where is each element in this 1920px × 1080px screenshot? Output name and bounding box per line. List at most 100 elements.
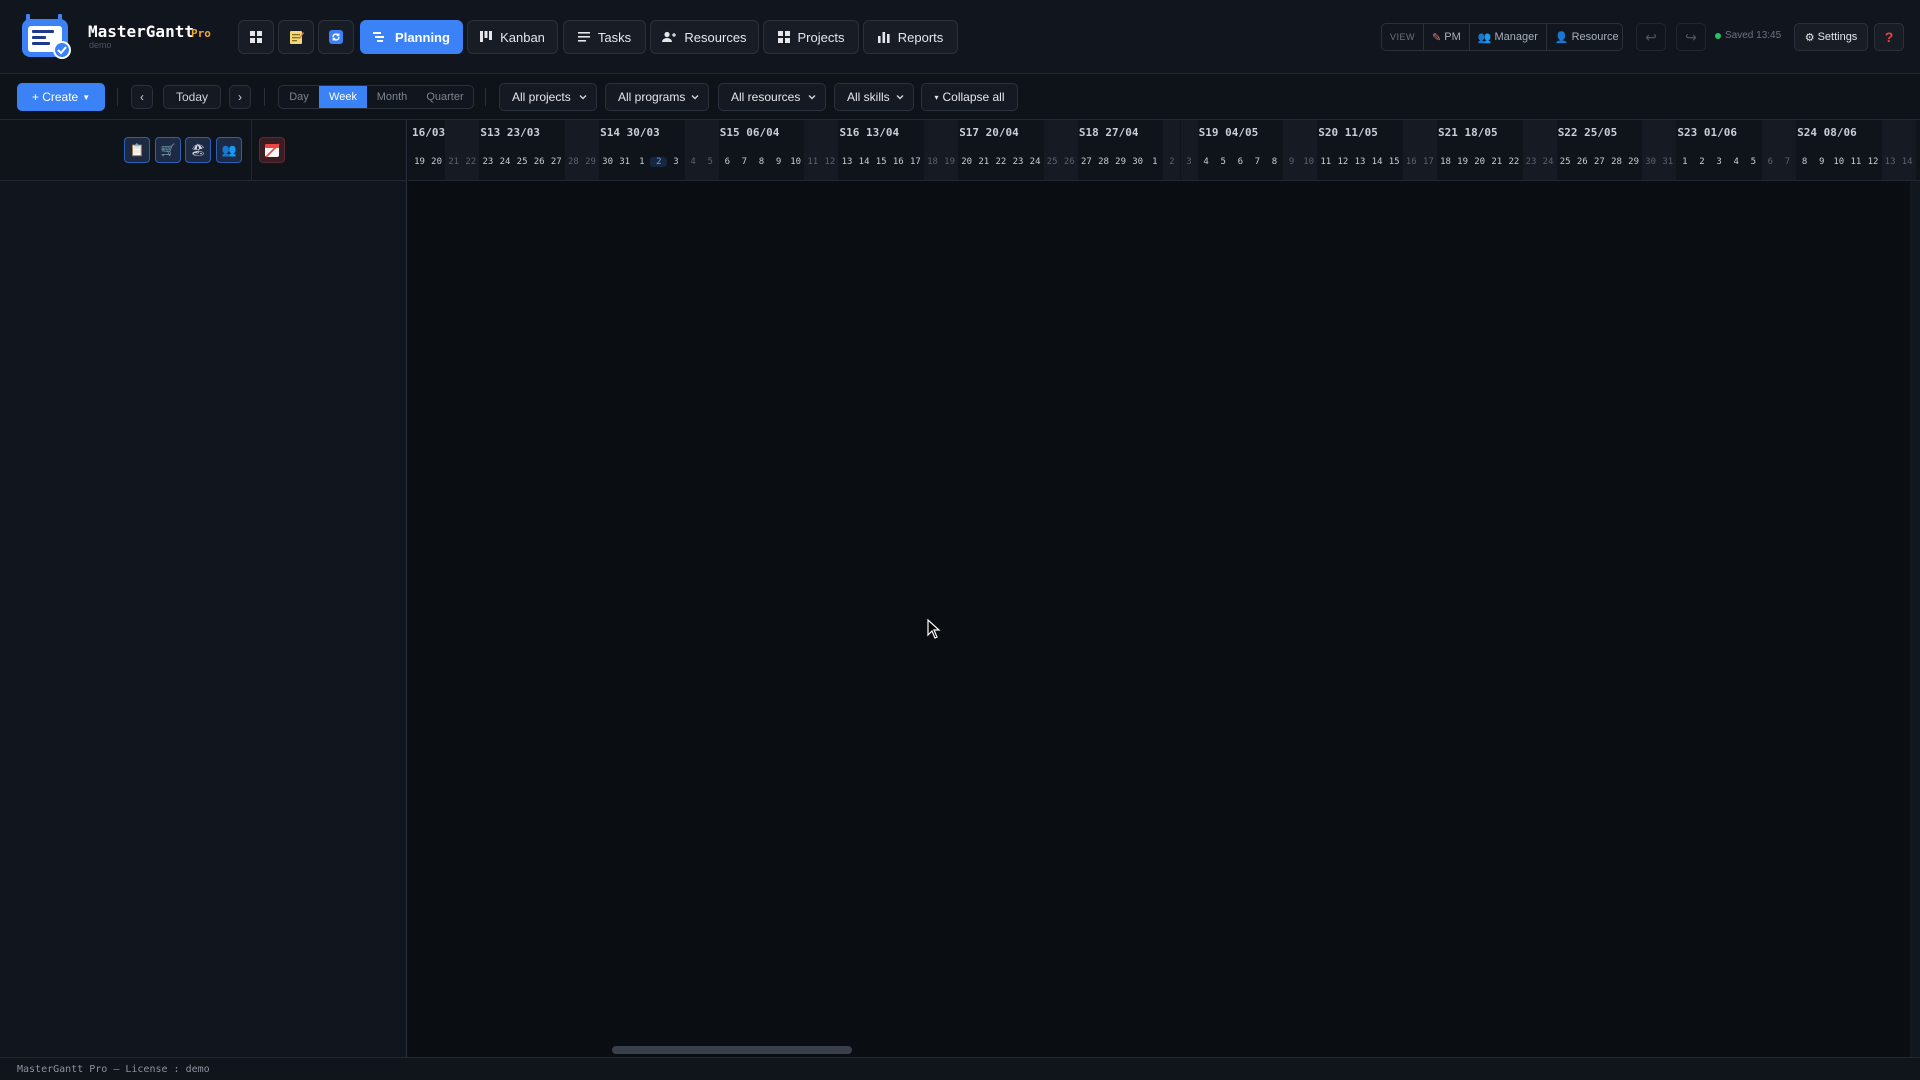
day-label: 26 — [1576, 157, 1588, 167]
bar-chart-icon — [877, 32, 890, 43]
task-list-panel: 📋 🛒 🏖 👥 — [0, 120, 407, 1057]
day-label: 11 — [1320, 157, 1332, 167]
day-label: 10 — [1303, 157, 1315, 167]
weekend-column — [582, 120, 600, 180]
day-label: 24 — [1029, 157, 1041, 167]
day-label: 22 — [1508, 157, 1520, 167]
day-label: 25 — [1046, 157, 1058, 167]
settings-button[interactable]: ⚙ Settings — [1794, 23, 1868, 51]
weekend-column — [1659, 120, 1677, 180]
toolbar-divider — [485, 88, 486, 106]
day-label: 16 — [892, 157, 904, 167]
day-label: 28 — [1098, 157, 1109, 167]
projects-filter[interactable]: All projects — [499, 83, 597, 111]
app-name: MasterGantt — [88, 22, 194, 41]
help-button[interactable]: ? — [1874, 23, 1904, 51]
tab-tasks-label: Tasks — [597, 29, 632, 45]
gantt-chart-area[interactable] — [408, 181, 1910, 1057]
team-icon: 👥 — [221, 143, 237, 157]
tab-kanban[interactable]: Kanban — [467, 20, 558, 54]
today-button[interactable]: Today — [163, 85, 221, 109]
collapse-all-button[interactable]: ▾ Collapse all — [921, 83, 1018, 111]
day-label: 4 — [1733, 157, 1739, 167]
chevron-down-icon — [691, 95, 699, 100]
day-label: 22 — [995, 157, 1007, 167]
chevron-down-icon — [579, 95, 587, 100]
tab-projects[interactable]: Projects — [763, 20, 859, 54]
dashboard-button[interactable] — [238, 20, 274, 54]
weekend-column — [1060, 120, 1078, 180]
next-period-button[interactable]: › — [229, 85, 251, 109]
view-manager[interactable]: 👥 Manager — [1468, 24, 1546, 50]
scale-day[interactable]: Day — [279, 86, 319, 108]
collapse-all-label: Collapse all — [942, 90, 1005, 104]
redo-button[interactable]: ↪ — [1676, 23, 1706, 51]
week-label: S23 01/06 — [1677, 126, 1737, 139]
day-label: 7 — [1254, 157, 1261, 167]
view-resource[interactable]: 👤 Resource — [1545, 24, 1627, 50]
weekend-column — [462, 120, 480, 180]
chevron-down-icon — [808, 95, 816, 100]
weekend-column — [1881, 120, 1899, 180]
list-icon — [577, 32, 590, 42]
weekend-column — [1539, 120, 1557, 180]
day-label: 21 — [978, 157, 990, 167]
scale-week[interactable]: Week — [319, 86, 367, 108]
prev-period-button[interactable]: ‹ — [131, 85, 153, 109]
programs-filter-value: All programs — [618, 90, 686, 104]
day-label: 24 — [499, 157, 511, 167]
add-holiday-button[interactable]: 🏖 — [185, 137, 211, 163]
skills-filter[interactable]: All skills — [834, 83, 914, 111]
day-label: 5 — [1220, 157, 1226, 167]
week-label: S13 23/03 — [480, 126, 540, 139]
undo-button[interactable]: ↩ — [1636, 23, 1666, 51]
programs-filter[interactable]: All programs — [605, 83, 709, 111]
squares-icon — [777, 31, 790, 43]
vertical-scrollbar[interactable] — [1910, 181, 1920, 1057]
day-label: 2 — [1699, 157, 1705, 167]
tab-resources[interactable]: Resources — [650, 20, 759, 54]
skills-filter-value: All skills — [847, 90, 890, 104]
scale-month[interactable]: Month — [367, 86, 417, 108]
toggle-calendar-button[interactable] — [259, 137, 285, 163]
weekend-column — [1522, 120, 1540, 180]
day-label: 1 — [1152, 157, 1158, 167]
weekend-column — [821, 120, 839, 180]
day-label: 11 — [1850, 157, 1862, 167]
add-task-button[interactable]: 📋 — [124, 137, 150, 163]
tab-reports[interactable]: Reports — [863, 20, 958, 54]
timeline-header: 19 20 21 22 23 24 25 26 27 28 29 30 31 1 2 3 4 5 6 7 8 9 10 11 1… — [408, 120, 1920, 181]
week-label: 16/03 — [412, 126, 446, 139]
sync-button[interactable] — [318, 20, 354, 54]
day-label: 10 — [790, 157, 802, 167]
day-label: 15 — [875, 157, 887, 167]
help-icon: ? — [1884, 29, 1894, 45]
day-label: 13 — [841, 157, 853, 167]
add-team-button[interactable]: 👥 — [216, 137, 242, 163]
mastergantt-logo-icon[interactable] — [20, 10, 76, 60]
create-button[interactable]: + Create ▼ — [17, 83, 105, 111]
view-manager-label: Manager — [1494, 31, 1538, 43]
day-label: 19 — [944, 157, 956, 167]
weekend-column — [1761, 120, 1779, 180]
day-label: 25 — [1559, 157, 1571, 167]
notes-button[interactable] — [278, 20, 314, 54]
day-label: 30 — [602, 157, 614, 167]
day-label: 29 — [585, 157, 596, 167]
horizontal-scrollbar-thumb[interactable] — [612, 1046, 852, 1054]
caret-down-icon: ▾ — [934, 92, 939, 102]
tab-tasks[interactable]: Tasks — [563, 20, 646, 54]
weekend-column — [1283, 120, 1301, 180]
tab-planning[interactable]: Planning — [360, 20, 463, 54]
weekend-column — [804, 120, 822, 180]
projects-filter-value: All projects — [512, 90, 571, 104]
week-label: S14 30/03 — [600, 126, 660, 139]
view-pm[interactable]: ✎ PM — [1423, 24, 1469, 50]
day-label: 14 — [858, 157, 870, 167]
redo-icon: ↪ — [1685, 28, 1697, 45]
day-label: 7 — [741, 157, 748, 167]
scale-quarter[interactable]: Quarter — [417, 86, 473, 108]
day-label: 5 — [1750, 157, 1756, 167]
resources-filter[interactable]: All resources — [718, 83, 826, 111]
add-purchase-button[interactable]: 🛒 — [155, 137, 181, 163]
